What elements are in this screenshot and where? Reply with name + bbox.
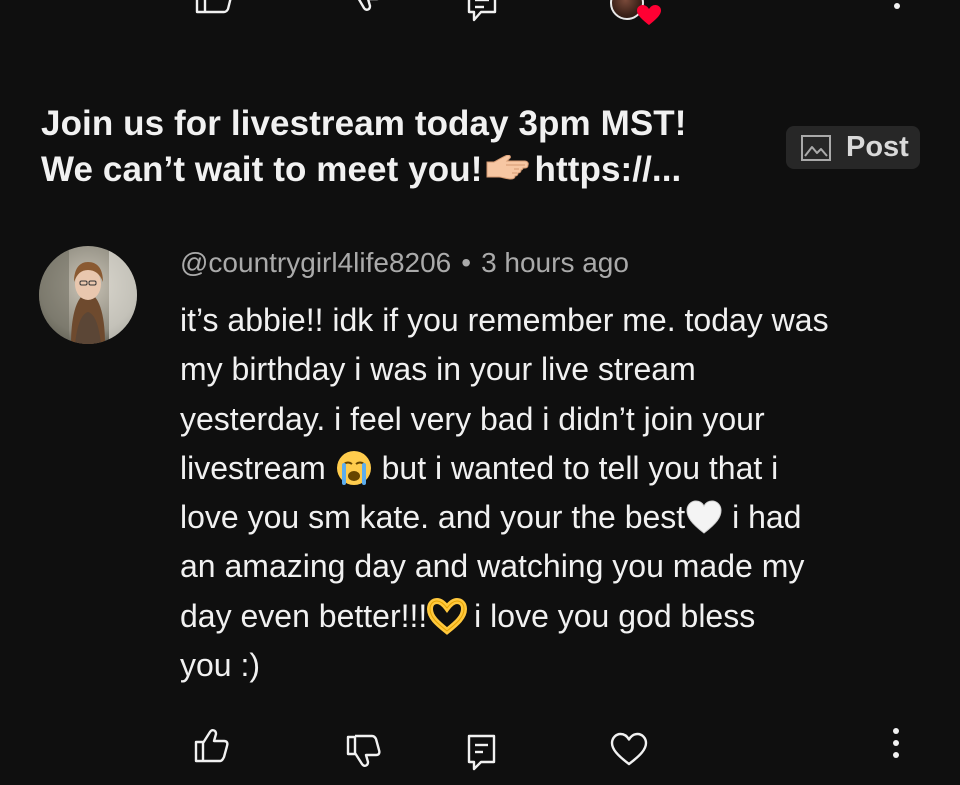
creator-heart-icon bbox=[636, 4, 662, 26]
loudly-crying-face-icon bbox=[335, 449, 373, 487]
thumbs-down-icon[interactable] bbox=[346, 734, 382, 770]
backhand-index-pointing-right-icon bbox=[484, 155, 530, 183]
post-title-line-2: We can’t wait to meet you! https://... bbox=[41, 147, 781, 193]
comment-line: day even better!!! i love you god bless bbox=[180, 592, 920, 641]
image-icon bbox=[800, 134, 832, 162]
more-icon[interactable] bbox=[893, 0, 901, 14]
comment-line-text: livestream bbox=[180, 449, 326, 486]
post-chip[interactable]: Post bbox=[786, 126, 920, 169]
comment-line: an amazing day and watching you made my bbox=[180, 548, 805, 585]
comment-line: livestream but i wanted to tell you that… bbox=[180, 444, 920, 493]
comment-line-text: love you sm kate. and your the best bbox=[180, 499, 686, 536]
previous-comment-actions bbox=[0, 0, 960, 40]
more-icon[interactable] bbox=[889, 724, 903, 764]
comment-time: 3 hours ago bbox=[481, 247, 629, 278]
post-title-line-1: Join us for livestream today 3pm MST! bbox=[41, 104, 687, 143]
comment-line: you :) bbox=[180, 647, 261, 684]
comment-line: love you sm kate. and your the best i ha… bbox=[180, 493, 920, 542]
comment-line-text: i had bbox=[723, 499, 802, 536]
comment-line: it’s abbie!! idk if you remember me. tod… bbox=[180, 302, 829, 338]
comment-meta: @countrygirl4life8206 • 3 hours ago bbox=[180, 244, 629, 282]
comment-line: my birthday i was in your live stream bbox=[180, 351, 696, 388]
post-chip-label: Post bbox=[846, 131, 909, 163]
comment-body: it’s abbie!! idk if you remember me. tod… bbox=[180, 296, 920, 690]
thumbs-up-icon[interactable] bbox=[194, 728, 230, 764]
comment-author[interactable]: @countrygirl4life8206 bbox=[180, 247, 451, 278]
thumbs-down-icon[interactable] bbox=[346, 0, 382, 22]
comment-line-text: but i wanted to tell you that i bbox=[372, 449, 779, 486]
post-title[interactable]: Join us for livestream today 3pm MST! We… bbox=[41, 101, 781, 193]
heart-icon[interactable] bbox=[610, 732, 648, 766]
commenter-avatar[interactable] bbox=[39, 246, 137, 344]
thumbs-up-icon[interactable] bbox=[194, 0, 234, 14]
post-link[interactable]: https://... bbox=[534, 150, 681, 189]
comment-line-text: i love you god bless bbox=[465, 597, 756, 634]
comment-line: yesterday. i feel very bad i didn’t join… bbox=[180, 400, 765, 437]
post-title-text: We can’t wait to meet you! bbox=[41, 150, 483, 189]
meta-separator: • bbox=[461, 247, 472, 278]
comment-line-text: day even better!!! bbox=[180, 597, 428, 634]
white-heart-icon bbox=[685, 498, 723, 536]
reply-icon[interactable] bbox=[466, 0, 498, 24]
comment-actions bbox=[0, 720, 960, 780]
reply-icon[interactable] bbox=[466, 734, 498, 772]
heart-hands-icon bbox=[427, 597, 468, 635]
